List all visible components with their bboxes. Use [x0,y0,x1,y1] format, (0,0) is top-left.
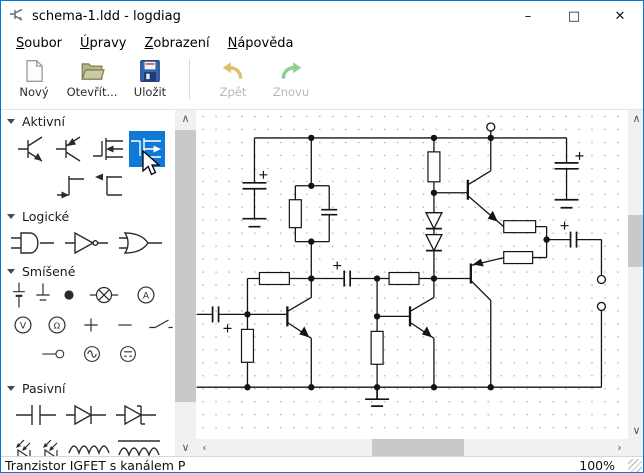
undo-arrow-icon [222,62,243,79]
ammeter-icon[interactable]: A [131,280,161,310]
inductor-icon[interactable] [67,433,111,456]
scroll-right-icon[interactable]: › [611,439,628,456]
menu-napoveda[interactable]: Nápověda [219,36,303,51]
app-window: schema-1.ldd - logdiag – □ ✕ Soubor Úpra… [0,0,644,473]
svg-text:Ω: Ω [54,320,61,330]
section-header-smisene[interactable]: Smíšené [7,263,175,279]
section-header-pasivni[interactable]: Pasivní [7,380,175,396]
led-icon[interactable] [13,433,35,456]
scroll-up-icon[interactable]: ∧ [175,110,196,127]
svg-text:A: A [143,290,150,301]
close-button[interactable]: ✕ [597,1,643,31]
minus-icon[interactable] [111,310,139,340]
jfet-n-transistor-icon[interactable] [53,168,89,204]
minimize-button[interactable]: – [505,1,551,31]
lamp-icon[interactable] [85,280,123,310]
ac-source-icon[interactable] [77,340,107,368]
svg-text:V: V [20,320,27,331]
ground-icon[interactable] [33,280,53,310]
voltmeter-icon[interactable]: V [9,310,37,340]
npn-transistor-icon[interactable] [15,131,51,167]
dc-source-icon[interactable] [113,340,143,368]
canvas-hscrollbar[interactable]: ‹ › [196,439,628,457]
scroll-left-icon[interactable]: ‹ [196,439,213,456]
cell-icon[interactable] [9,280,29,310]
toolbar-separator [189,59,190,99]
section-header-aktivni[interactable]: Aktivní [7,113,175,129]
save-button[interactable]: Uložit [121,55,179,105]
menu-upravy[interactable]: Úpravy [71,36,135,51]
maximize-button[interactable]: □ [551,1,597,31]
section-header-logicke[interactable]: Logické [7,208,175,224]
scrollbar-corner [628,439,643,456]
collapse-arrow-icon [7,385,15,391]
canvas-column: ‹ › [196,110,628,457]
logdiag-app-icon [10,8,23,21]
mouse-cursor-icon [142,150,160,176]
collapse-arrow-icon [7,268,15,274]
main-area: Aktivní Logické Smíšené A V Ω Pasivní ∧ … [1,109,643,457]
component-palette: Aktivní Logické Smíšené A V Ω Pasivní [1,110,175,456]
hscrollbar-thumb[interactable] [372,439,464,457]
led-icon-2[interactable] [40,433,62,456]
undo-button[interactable]: Zpět [204,55,262,105]
menu-bar: Soubor Úpravy Zobrazení Nápověda [1,31,643,55]
menu-soubor[interactable]: Soubor [7,36,71,51]
and-gate-icon[interactable] [7,225,59,261]
capacitor-icon[interactable] [13,397,59,433]
ohmmeter-icon[interactable]: Ω [43,310,71,340]
zener-diode-icon[interactable] [113,397,159,433]
scroll-down-icon[interactable]: ∨ [175,439,196,456]
igfet-n-transistor-icon[interactable] [91,131,127,167]
junction-icon[interactable] [57,280,81,310]
open-folder-icon [81,63,105,80]
new-button[interactable]: Nový [5,55,63,105]
redo-arrow-icon [281,62,302,79]
jfet-p-transistor-icon[interactable] [91,168,127,204]
collapse-arrow-icon [7,118,15,124]
scroll-up-icon[interactable]: ∧ [628,110,643,127]
menu-zobrazeni[interactable]: Zobrazení [135,36,218,51]
resize-grip[interactable] [628,459,642,472]
palette-scrollbar-thumb[interactable] [175,130,196,402]
status-message: Tranzistor IGFET s kanálem P [5,458,186,473]
diode-icon[interactable] [63,397,109,433]
new-document-icon [26,60,43,82]
title-bar[interactable]: schema-1.ldd - logdiag – □ ✕ [1,1,643,31]
vscrollbar-thumb[interactable] [628,215,643,267]
save-floppy-icon [140,60,160,82]
schematic-canvas[interactable] [196,110,628,440]
not-gate-icon[interactable] [61,225,113,261]
toolbar: Nový Otevřít... Uložit Zpět Znovu [1,55,643,109]
redo-button[interactable]: Znovu [262,55,320,105]
inductor-core-icon[interactable] [116,433,162,456]
canvas-vscrollbar[interactable]: ∧ ∨ [628,110,643,456]
status-bar: Tranzistor IGFET s kanálem P 100% [1,456,643,473]
terminal-icon[interactable] [37,340,71,368]
zoom-level: 100% [579,458,615,473]
switch-icon[interactable] [145,310,175,340]
collapse-arrow-icon [7,213,15,219]
window-title: schema-1.ldd - logdiag [32,8,181,24]
or-gate-icon[interactable] [115,225,167,261]
pnp-transistor-icon[interactable] [53,131,89,167]
plus-icon[interactable] [77,310,105,340]
palette-scrollbar[interactable]: ∧ ∨ [175,110,196,456]
open-button[interactable]: Otevřít... [63,55,121,105]
scroll-down-icon[interactable]: ∨ [628,422,643,439]
